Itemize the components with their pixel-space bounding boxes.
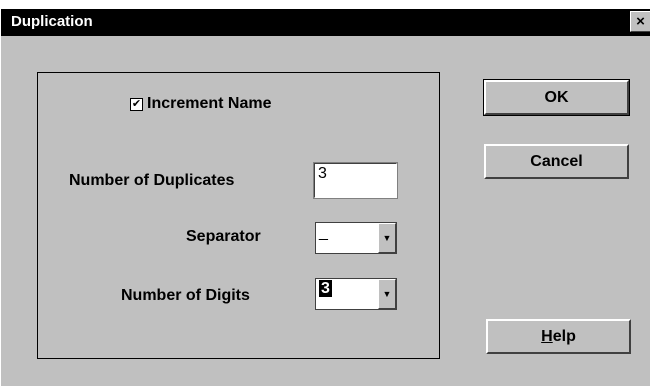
help-label: Help	[541, 328, 576, 346]
num-duplicates-label: Number of Duplicates	[69, 172, 235, 189]
num-duplicates-input[interactable]: 3	[313, 162, 398, 199]
increment-name-checkbox[interactable]: ✔	[130, 97, 143, 111]
cancel-button[interactable]: Cancel	[484, 144, 629, 179]
title-bar[interactable]: Duplication ×	[1, 9, 650, 36]
close-button[interactable]: ×	[630, 11, 650, 32]
ok-label: OK	[544, 88, 569, 106]
separator-value: _	[319, 224, 328, 241]
options-groupbox	[37, 72, 440, 359]
help-button[interactable]: Help	[486, 319, 631, 354]
help-mnemonic: H	[541, 327, 553, 345]
num-digits-value: 3	[316, 279, 378, 309]
increment-name-label: Increment Name	[147, 95, 272, 112]
close-icon: ×	[636, 13, 645, 30]
num-digits-label: Number of Digits	[121, 287, 250, 304]
cancel-label: Cancel	[530, 152, 583, 170]
chevron-down-icon: ▼	[382, 289, 392, 299]
separator-combo[interactable]: _ ▼	[315, 222, 397, 254]
num-digits-dropdown-button[interactable]: ▼	[378, 279, 396, 309]
duplication-dialog: Duplication × ✔ Increment Name Number of…	[0, 0, 650, 386]
ok-button[interactable]: OK	[483, 79, 630, 116]
chevron-down-icon: ▼	[382, 233, 392, 243]
separator-dropdown-button[interactable]: ▼	[378, 223, 396, 253]
num-digits-combo[interactable]: 3 ▼	[315, 278, 397, 310]
increment-name-checkbox-row[interactable]: ✔ Increment Name	[130, 95, 272, 113]
window-title: Duplication	[11, 13, 93, 30]
separator-label: Separator	[186, 228, 261, 245]
checkmark-icon: ✔	[131, 97, 142, 110]
help-label-rest: elp	[552, 327, 576, 345]
num-digits-selected-text: 3	[319, 280, 332, 297]
top-strip	[1, 0, 650, 9]
